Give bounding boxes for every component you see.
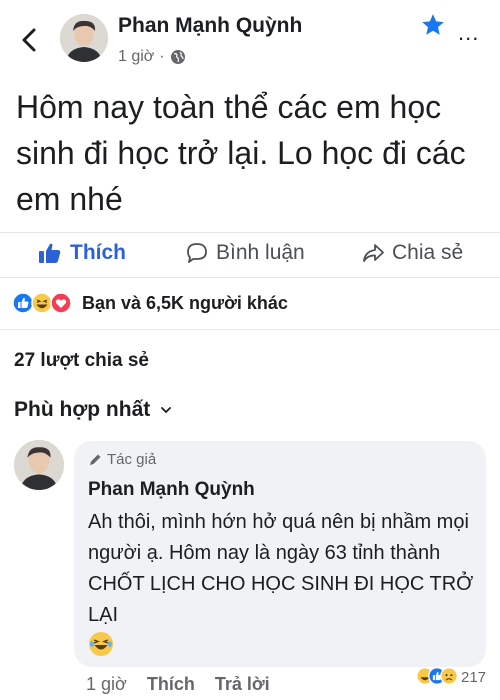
comment-icon [187,243,207,263]
reaction-icons [12,292,74,314]
comment-button[interactable]: Bình luận [186,241,305,265]
love-reaction-icon [50,292,72,314]
divider [0,329,500,330]
comment-text: Ah thôi, mình hớn hở quá nên bị nhầm mọi… [88,511,474,626]
meta-separator: · [159,48,165,65]
pen-icon [90,454,101,465]
more-icon[interactable]: ... [458,22,479,44]
chevron-left-icon[interactable] [18,26,42,54]
comment-label: Bình luận [216,241,305,264]
commenter-name[interactable]: Phan Mạnh Quỳnh [88,479,255,501]
author-badge: Tác giả [88,451,156,468]
reactions-summary[interactable]: Bạn và 6,5K người khác [12,292,288,314]
globe-icon [170,50,185,64]
comment-reaction-count: 217 [461,668,487,686]
post-header: Phan Mạnh Quỳnh 1 giờ · ... [0,0,500,80]
sad-reaction-icon [440,667,458,685]
share-icon [363,244,384,262]
comment-bubble[interactable]: Tác giả Phan Mạnh Quỳnh Ah thôi, mình hớ… [74,441,486,667]
commenter-avatar[interactable] [14,440,64,490]
post-time[interactable]: 1 giờ [118,48,154,66]
post-meta: 1 giờ · [118,48,186,66]
like-label: Thích [70,241,126,264]
author-name[interactable]: Phan Mạnh Quỳnh [118,14,302,38]
thumbs-up-icon [39,243,61,263]
star-icon[interactable] [420,12,446,38]
reactions-text: Bạn và 6,5K người khác [82,292,288,313]
shares-count[interactable]: 27 lượt chia sẻ [14,350,149,372]
laughing-tears-emoji [89,632,113,656]
author-badge-label: Tác giả [107,451,157,468]
action-bar: Thích Bình luận Chia sẻ [0,232,500,278]
comment-reactions[interactable]: 217 [416,667,486,687]
sort-label: Phù hợp nhất [14,398,151,421]
comment-reply-button[interactable]: Trả lời [215,674,270,695]
comment-sort-dropdown[interactable]: Phù hợp nhất [14,398,172,422]
share-label: Chia sẻ [392,241,464,264]
comment-footer: 1 giờ Thích Trả lời [86,674,270,695]
like-button[interactable]: Thích [38,241,126,265]
post-text: Hôm nay toàn thể các em học sinh đi học … [16,89,466,217]
share-button[interactable]: Chia sẻ [362,241,463,265]
comment-like-button[interactable]: Thích [147,674,195,695]
author-avatar[interactable] [60,14,108,62]
chevron-down-icon [161,407,172,414]
comment-time[interactable]: 1 giờ [86,674,127,695]
comment-reaction-icons [416,667,458,687]
